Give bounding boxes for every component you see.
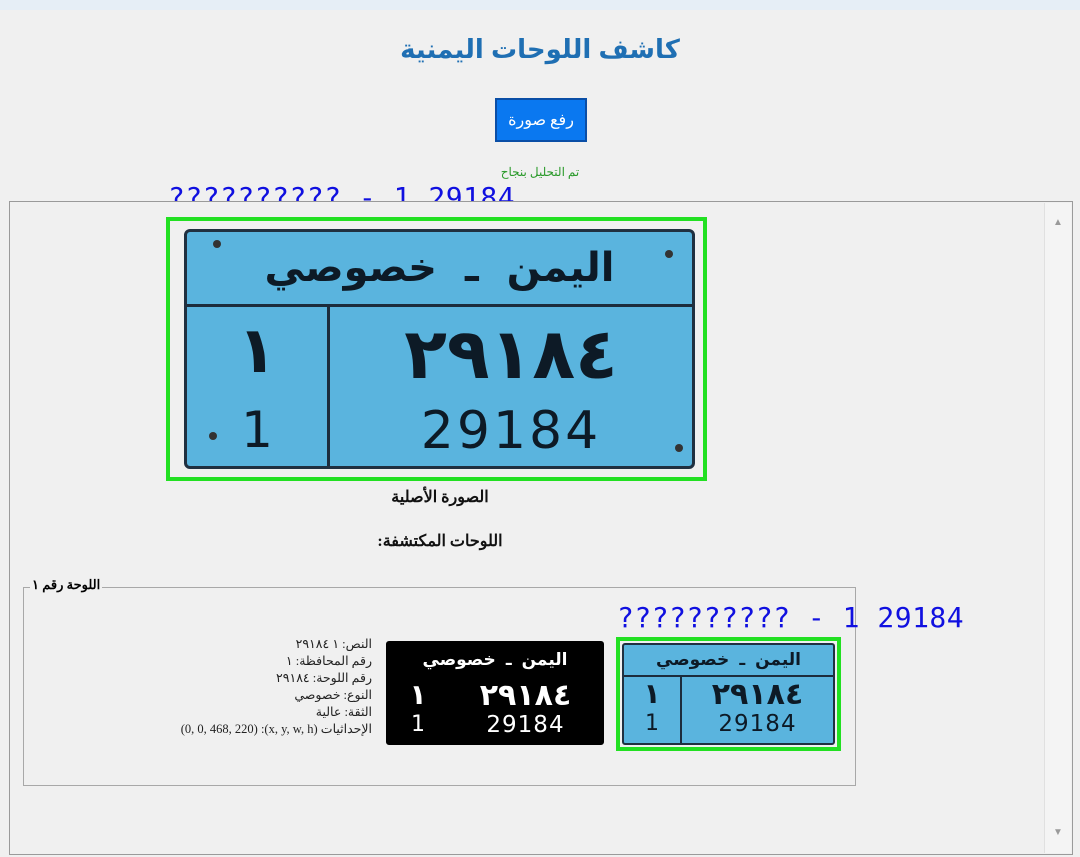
plate-province-ar: ١ <box>643 678 661 709</box>
scroll-down-icon[interactable]: ▼ <box>1045 823 1071 843</box>
plate-type: خصوصي <box>656 650 730 669</box>
plate-number-cell: ٢٩١٨٤ 29184 <box>330 307 692 466</box>
binarized-plate-image: اليمن ـ خصوصي ١ 1 ٢٩١٨٤ 29184 <box>386 641 604 745</box>
plate-type: خصوصي <box>422 650 496 669</box>
plate-info: النص: ١ ٢٩١٨٤ رقم المحافظة: ١ رقم اللوحة… <box>110 636 372 738</box>
overlay-plate-text-crop: ?????????? - 1 29184 <box>617 601 965 634</box>
plate-separator: ـ <box>739 650 746 669</box>
info-province: رقم المحافظة: ١ <box>285 654 372 668</box>
original-plate-image[interactable]: اليمن ـ خصوصي ١ 1 ٢٩١٨٤ 29184 <box>184 229 695 469</box>
rivet-icon <box>209 432 217 440</box>
plate-number-ar: ٢٩١٨٤ <box>479 679 572 712</box>
plate-country: اليمن <box>521 650 568 669</box>
plate-province-en: 1 <box>645 711 659 736</box>
plate-province-en: 1 <box>411 712 425 737</box>
status-message: تم التحليل بنجاح <box>500 165 580 179</box>
plate-result-title: اللوحة رقم ١ <box>30 577 103 593</box>
plate-province-cell: ١ 1 <box>389 678 447 742</box>
rivet-icon <box>665 250 673 258</box>
upload-image-button[interactable]: رفع صورة <box>495 98 587 142</box>
plate-number-ar: ٢٩١٨٤ <box>711 678 804 711</box>
app-title: كاشف اللوحات اليمنية <box>400 34 680 64</box>
plate-number-cell: ٢٩١٨٤ 29184 <box>682 677 833 743</box>
plate-province-ar: ١ <box>409 679 427 710</box>
scroll-up-icon[interactable]: ▲ <box>1045 213 1071 233</box>
plate-number-en: 29184 <box>718 711 797 737</box>
plate-number-cell: ٢٩١٨٤ 29184 <box>450 678 601 742</box>
original-image-caption: الصورة الأصلية <box>391 489 489 506</box>
plate-province-en: 1 <box>241 401 273 459</box>
plate-number-en: 29184 <box>420 401 602 461</box>
vertical-scrollbar[interactable]: ▲ ▼ <box>1044 203 1071 853</box>
info-number: رقم اللوحة: ٢٩١٨٤ <box>276 671 372 685</box>
info-type: النوع: خصوصي <box>294 688 372 702</box>
rivet-icon <box>213 240 221 248</box>
info-text: النص: ١ ٢٩١٨٤ <box>295 637 372 651</box>
plate-country: اليمن <box>755 650 801 669</box>
plate-separator: ـ <box>505 650 512 669</box>
window-top-strip <box>0 0 1080 10</box>
plate-province-ar: ١ <box>237 314 277 386</box>
plate-header: اليمن ـ خصوصي <box>187 232 692 307</box>
plate-province-cell: ١ 1 <box>187 307 327 466</box>
info-coordinates: الإحداثيات (x, y, w, h): (0, 0, 468, 220… <box>180 722 372 736</box>
plate-number-en: 29184 <box>486 712 565 738</box>
plate-country: اليمن <box>506 246 615 290</box>
detected-plates-heading: اللوحات المكتشفة: <box>377 533 503 550</box>
detected-plate-crop: اليمن ـ خصوصي ١ 1 ٢٩١٨٤ 29184 <box>622 643 835 745</box>
plate-province-cell: ١ 1 <box>624 677 680 743</box>
plate-type: خصوصي <box>264 246 437 290</box>
info-confidence: الثقة: عالية <box>315 705 372 719</box>
rivet-icon <box>675 444 683 452</box>
plate-number-ar: ٢٩١٨٤ <box>404 315 618 393</box>
plate-separator: ـ <box>464 246 479 290</box>
